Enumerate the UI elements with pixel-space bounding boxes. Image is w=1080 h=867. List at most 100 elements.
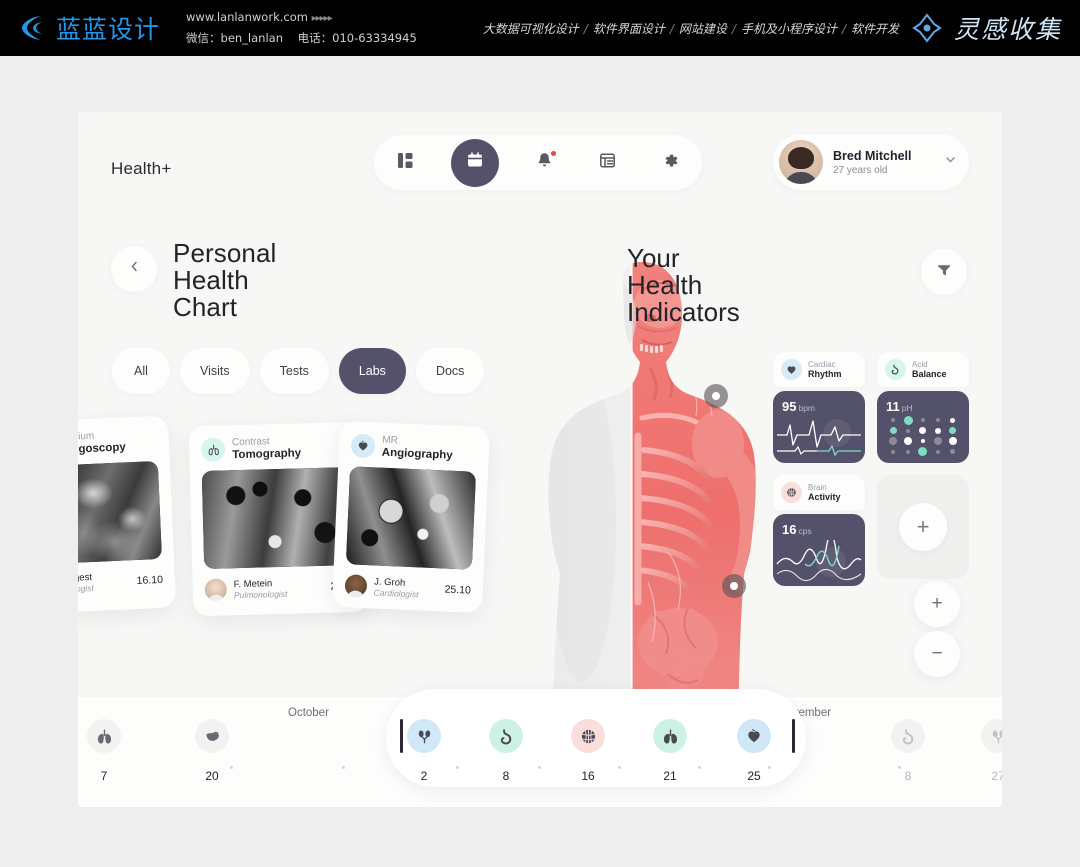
- chevron-down-icon: [944, 153, 957, 171]
- card-title: MR Angiography: [382, 435, 454, 462]
- filter-button[interactable]: [921, 249, 967, 295]
- brain-icon: [781, 482, 802, 503]
- heart-icon: [781, 359, 802, 380]
- promo-service-2: 网站建设: [678, 21, 727, 36]
- promo-banner: 蓝蓝设计 www.lanlanwork.com ▸▸▸▸▸ 微信：ben_lan…: [0, 0, 1080, 56]
- indicator-label-top: Cardiac: [808, 360, 836, 369]
- card-kind: MR: [382, 434, 399, 447]
- chip-docs[interactable]: Docs: [415, 348, 485, 394]
- notification-badge: [550, 150, 556, 156]
- notifications-nav-button[interactable]: [528, 146, 562, 180]
- zoom-controls: + −: [914, 581, 960, 677]
- promo-logo-text: 蓝蓝设计: [56, 15, 161, 44]
- chip-visits[interactable]: Visits: [180, 348, 250, 394]
- gear-icon: [662, 152, 679, 174]
- lungs-icon: [200, 437, 226, 463]
- ecg-graph: [777, 419, 861, 457]
- back-button[interactable]: [111, 246, 157, 292]
- timeline-item-4[interactable]: 16: [564, 719, 612, 783]
- promo-contact: www.lanlanwork.com ▸▸▸▸▸ 微信：ben_lanlan 电…: [186, 8, 417, 48]
- doctor-avatar: [344, 574, 368, 598]
- dashboard-nav-button[interactable]: [388, 146, 422, 180]
- card-kind: Barium: [78, 430, 95, 444]
- promo-service-4: 软件开发: [851, 21, 900, 36]
- records-nav-button[interactable]: [591, 146, 625, 180]
- add-indicator-button[interactable]: +: [899, 503, 947, 551]
- timeline-item-3[interactable]: 8: [482, 719, 530, 783]
- marker-head[interactable]: [704, 384, 728, 408]
- page-title: Personal Health Chart: [173, 240, 276, 321]
- promo-brand: 灵感收集: [910, 10, 1062, 46]
- indicator-brain-activity[interactable]: Brain Activity 16 cps: [773, 475, 865, 586]
- kidneys-icon: [407, 719, 441, 753]
- timeline-day: 8: [904, 769, 912, 783]
- card-name: Tomography: [232, 447, 302, 462]
- card-name: Angiography: [381, 446, 453, 462]
- timeline-item-2[interactable]: 2: [400, 719, 448, 783]
- lungs-icon: [87, 719, 121, 753]
- timeline-day: 2: [420, 769, 428, 783]
- indicator-label-main: Balance: [912, 368, 947, 379]
- chevron-left-icon: [128, 260, 141, 278]
- promo-website: www.lanlanwork.com: [186, 10, 308, 24]
- scan-card-angiography[interactable]: MR Angiography J. Groh Cardiologist 25.1…: [332, 420, 490, 614]
- stomach-icon: [489, 719, 523, 753]
- indicator-header: Brain Activity: [773, 475, 865, 510]
- promo-service-3: 手机及小程序设计: [740, 21, 837, 36]
- timeline-item-1[interactable]: 20: [188, 719, 236, 783]
- scan-image: [345, 466, 477, 570]
- chip-all[interactable]: All: [112, 348, 170, 394]
- card-title: Barium Irrigoscopy: [78, 429, 126, 456]
- profile-name: Bred Mitchell: [833, 148, 912, 163]
- app-brand: Health+: [111, 159, 172, 178]
- indicator-body: 11 pH: [877, 391, 969, 463]
- indicator-label: Acid Balance: [912, 360, 947, 379]
- timeline-item-5[interactable]: 21: [646, 719, 694, 783]
- card-title: Contrast Tomography: [232, 435, 301, 461]
- card-date: 25.10: [444, 583, 472, 597]
- indicator-acid-balance[interactable]: Acid Balance 11 pH: [877, 352, 969, 463]
- indicators-title-line-0: Your: [627, 243, 680, 273]
- doctor-role: Pulmonologist: [233, 588, 288, 600]
- doctor-avatar: [204, 578, 228, 601]
- doctor-info: ngest ologist: [78, 572, 94, 594]
- chip-tests[interactable]: Tests: [259, 348, 329, 394]
- stomach-icon: [891, 719, 925, 753]
- calendar-nav-button[interactable]: [451, 138, 500, 187]
- timeline-item-7[interactable]: 8: [884, 719, 932, 783]
- scan-card-barium[interactable]: Barium Irrigoscopy ngest ologist 16.10: [78, 415, 177, 613]
- card-name: Irrigoscopy: [78, 441, 127, 457]
- promo-services: 大数据可视化设计 / 软件界面设计 / 网站建设 / 手机及小程序设计 / 软件开发: [482, 21, 900, 36]
- indicators-title: Your Health Indicators: [627, 245, 787, 326]
- promo-logo: 蓝蓝设计: [18, 10, 160, 46]
- app-header: Health+ Bred Mitchell 27 years old: [78, 112, 1002, 212]
- timeline-item-8[interactable]: 27: [974, 719, 1002, 783]
- indicator-unit: bpm: [798, 403, 816, 413]
- card-header: MR Angiography: [350, 433, 478, 462]
- dashboard-icon: [397, 152, 414, 174]
- profile-meta: Bred Mitchell 27 years old: [833, 149, 937, 176]
- chip-labs[interactable]: Labs: [338, 348, 406, 394]
- promo-arrows: ▸▸▸▸▸: [311, 13, 333, 24]
- marker-chest[interactable]: [722, 574, 746, 598]
- doctor-role: ologist: [78, 582, 95, 594]
- app-window: Health + Bred Mitchell 27 years old Perso…: [78, 112, 1002, 807]
- zoom-in-button[interactable]: +: [914, 581, 960, 627]
- indicator-body: 16 cps: [773, 514, 865, 586]
- user-profile[interactable]: Bred Mitchell 27 years old: [773, 134, 969, 190]
- timeline-item-0[interactable]: 7: [80, 719, 128, 783]
- indicator-label-top: Brain: [808, 483, 827, 492]
- page-title-line-0: Personal: [173, 238, 277, 268]
- promo-brand-text: 灵感收集: [953, 15, 1062, 44]
- profile-dropdown-button[interactable]: [937, 149, 963, 175]
- indicator-cardiac-rhythm[interactable]: Cardiac Rhythm 95 bpm: [773, 352, 865, 463]
- indicator-number: 95: [782, 399, 797, 414]
- lungs-icon: [653, 719, 687, 753]
- timeline-track: 7 20 2 8 16 21 25 8 27: [78, 719, 1002, 799]
- settings-nav-button[interactable]: [654, 146, 688, 180]
- timeline-item-6[interactable]: 25: [730, 719, 778, 783]
- indicators-title-line-1: Health: [627, 270, 703, 300]
- timeline[interactable]: October November 7 20 2 8 16 21 25 8 27: [78, 689, 1002, 807]
- indicator-number: 11: [886, 399, 900, 414]
- zoom-out-button[interactable]: −: [914, 631, 960, 677]
